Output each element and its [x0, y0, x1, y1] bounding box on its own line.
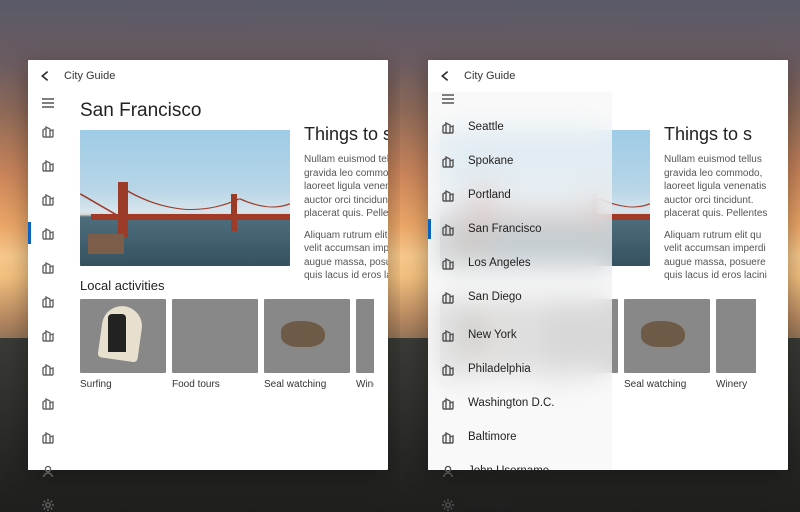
- nav-item-seattle[interactable]: [28, 114, 68, 148]
- nav-item-san-francisco[interactable]: San Francisco: [428, 212, 612, 246]
- activity-label: Winery: [716, 379, 756, 390]
- page-title: San Francisco: [80, 100, 374, 122]
- city-icon: [428, 328, 468, 342]
- nav-item-label: Philadelphia: [468, 363, 531, 375]
- activity-thumb: [356, 299, 374, 373]
- city-icon: [428, 396, 468, 410]
- nav-gear-button[interactable]: Settings: [428, 488, 612, 512]
- activity-label: Seal watching: [624, 379, 710, 390]
- article-heading: Things to s: [304, 124, 388, 145]
- activity-label: Winery: [356, 379, 374, 390]
- activity-label: Seal watching: [264, 379, 350, 390]
- activity-thumb: [80, 299, 166, 373]
- nav-item-san-diego[interactable]: [28, 284, 68, 318]
- title-bar: City Guide: [428, 60, 788, 92]
- city-icon: [428, 256, 468, 270]
- activity-thumb: [716, 299, 756, 373]
- nav-item-new-york[interactable]: New York: [428, 318, 612, 352]
- nav-item-seattle[interactable]: Seattle: [428, 110, 612, 144]
- nav-item-label: Los Angeles: [468, 257, 531, 269]
- nav-settings-button[interactable]: [28, 488, 68, 512]
- activity-label: Surfing: [80, 379, 166, 390]
- activity-tiles: Surfing Food tours Seal watching Winery: [80, 299, 374, 390]
- activity-thumb: [264, 299, 350, 373]
- page-content: San Francisco Things to s Nullam euismod…: [68, 92, 388, 470]
- nav-item-label: New York: [468, 329, 517, 341]
- app-window-collapsed: City Guide San Francisco: [28, 60, 388, 470]
- nav-item-washington-d-c-[interactable]: [28, 386, 68, 420]
- activity-tile-seal-watching[interactable]: Seal watching: [264, 299, 350, 390]
- article-heading: Things to s: [664, 124, 788, 145]
- city-icon: [428, 430, 468, 444]
- back-button[interactable]: [36, 67, 54, 85]
- city-icon: [428, 222, 468, 236]
- nav-item-label: Settings: [468, 499, 510, 511]
- nav-item-spokane[interactable]: Spokane: [428, 144, 612, 178]
- app-window-expanded: City Guide San Francisco: [428, 60, 788, 470]
- nav-item-label: Washington D.C.: [468, 397, 555, 409]
- activity-thumb: [172, 299, 258, 373]
- user-icon: [428, 464, 468, 478]
- nav-user-button[interactable]: John Username: [428, 454, 612, 488]
- activity-tile-food-tours[interactable]: Food tours: [172, 299, 258, 390]
- nav-item-portland[interactable]: [28, 182, 68, 216]
- activity-tile-surfing[interactable]: Surfing: [80, 299, 166, 390]
- hamburger-button[interactable]: [428, 92, 481, 106]
- nav-item-label: San Francisco: [468, 223, 542, 235]
- city-icon: [428, 290, 468, 304]
- nav-item-philadelphia[interactable]: Philadelphia: [428, 352, 612, 386]
- city-icon: [428, 188, 468, 202]
- activity-thumb: [624, 299, 710, 373]
- app-title: City Guide: [464, 70, 515, 82]
- city-icon: [428, 362, 468, 376]
- hamburger-button[interactable]: [28, 96, 68, 110]
- nav-item-portland[interactable]: Portland: [428, 178, 612, 212]
- nav-item-label: San Diego: [468, 291, 522, 303]
- activity-tile-winery[interactable]: Winery: [716, 299, 756, 390]
- nav-item-philadelphia[interactable]: [28, 352, 68, 386]
- nav-item-los-angeles[interactable]: Los Angeles: [428, 246, 612, 280]
- nav-item-label: John Username: [468, 465, 549, 477]
- nav-user-button[interactable]: [28, 454, 68, 488]
- hero-image: [80, 130, 290, 266]
- nav-item-new-york[interactable]: [28, 318, 68, 352]
- nav-item-label: Spokane: [468, 155, 513, 167]
- title-bar: City Guide: [28, 60, 388, 92]
- article: Things to s Nullam euismod tellusgravida…: [664, 124, 788, 291]
- activity-tile-winery[interactable]: Winery: [356, 299, 374, 390]
- app-title: City Guide: [64, 70, 115, 82]
- nav-item-label: Portland: [468, 189, 511, 201]
- nav-item-baltimore[interactable]: [28, 420, 68, 454]
- activity-label: Food tours: [172, 379, 258, 390]
- nav-item-san-diego[interactable]: San Diego: [428, 280, 612, 314]
- nav-item-san-francisco[interactable]: [28, 216, 68, 250]
- activity-tile-seal-watching[interactable]: Seal watching: [624, 299, 710, 390]
- nav-item-baltimore[interactable]: Baltimore: [428, 420, 612, 454]
- city-icon: [428, 120, 468, 134]
- nav-rail-collapsed: [28, 92, 68, 470]
- city-icon: [428, 154, 468, 168]
- article: Things to s Nullam euismod tellusgravida…: [304, 124, 388, 291]
- nav-item-los-angeles[interactable]: [28, 250, 68, 284]
- nav-item-label: Seattle: [468, 121, 504, 133]
- nav-item-spokane[interactable]: [28, 148, 68, 182]
- gear-icon: [428, 498, 468, 512]
- nav-flyout: Seattle Spokane Portland San Francisco Los A…: [428, 92, 612, 470]
- nav-item-label: Baltimore: [468, 431, 517, 443]
- nav-item-washington-d-c-[interactable]: Washington D.C.: [428, 386, 612, 420]
- back-button[interactable]: [436, 67, 454, 85]
